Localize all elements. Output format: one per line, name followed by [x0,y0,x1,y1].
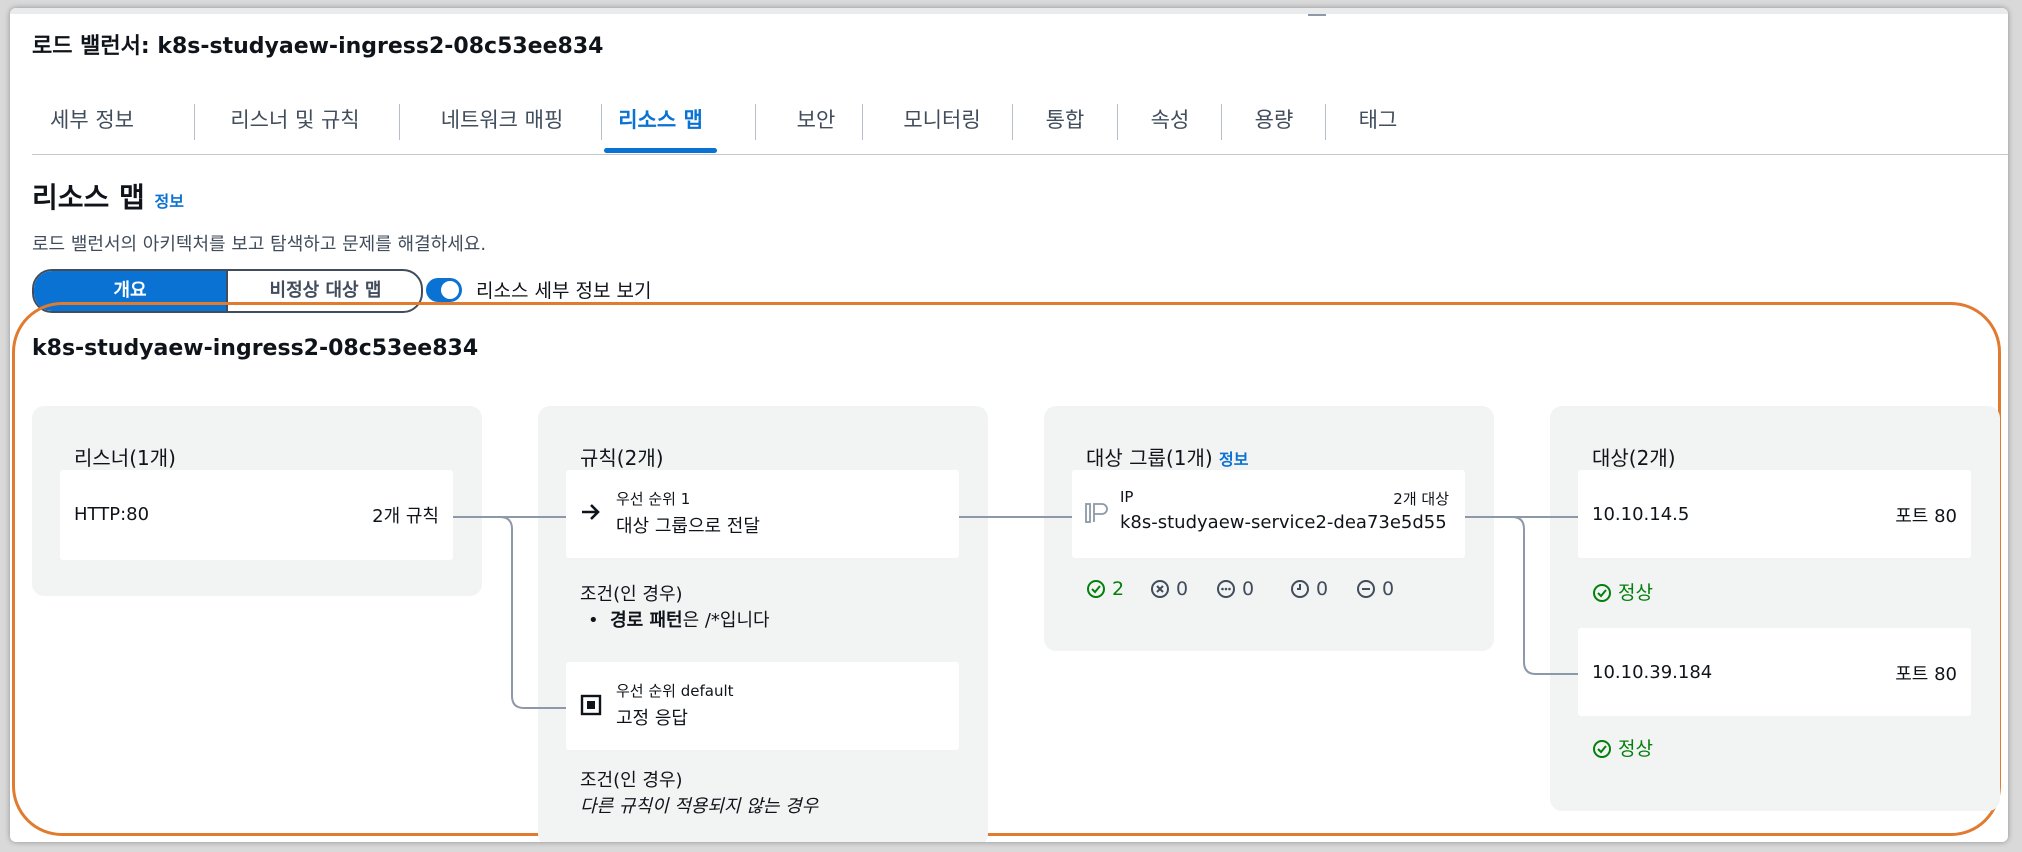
window: 로드 밸런서: k8s-studyaew-ingress2-08c53ee834… [10,8,2008,842]
connector-targetgroup-target2 [1465,516,1578,675]
connector-listener-rule2 [453,516,566,709]
connector-lines [453,516,1578,709]
